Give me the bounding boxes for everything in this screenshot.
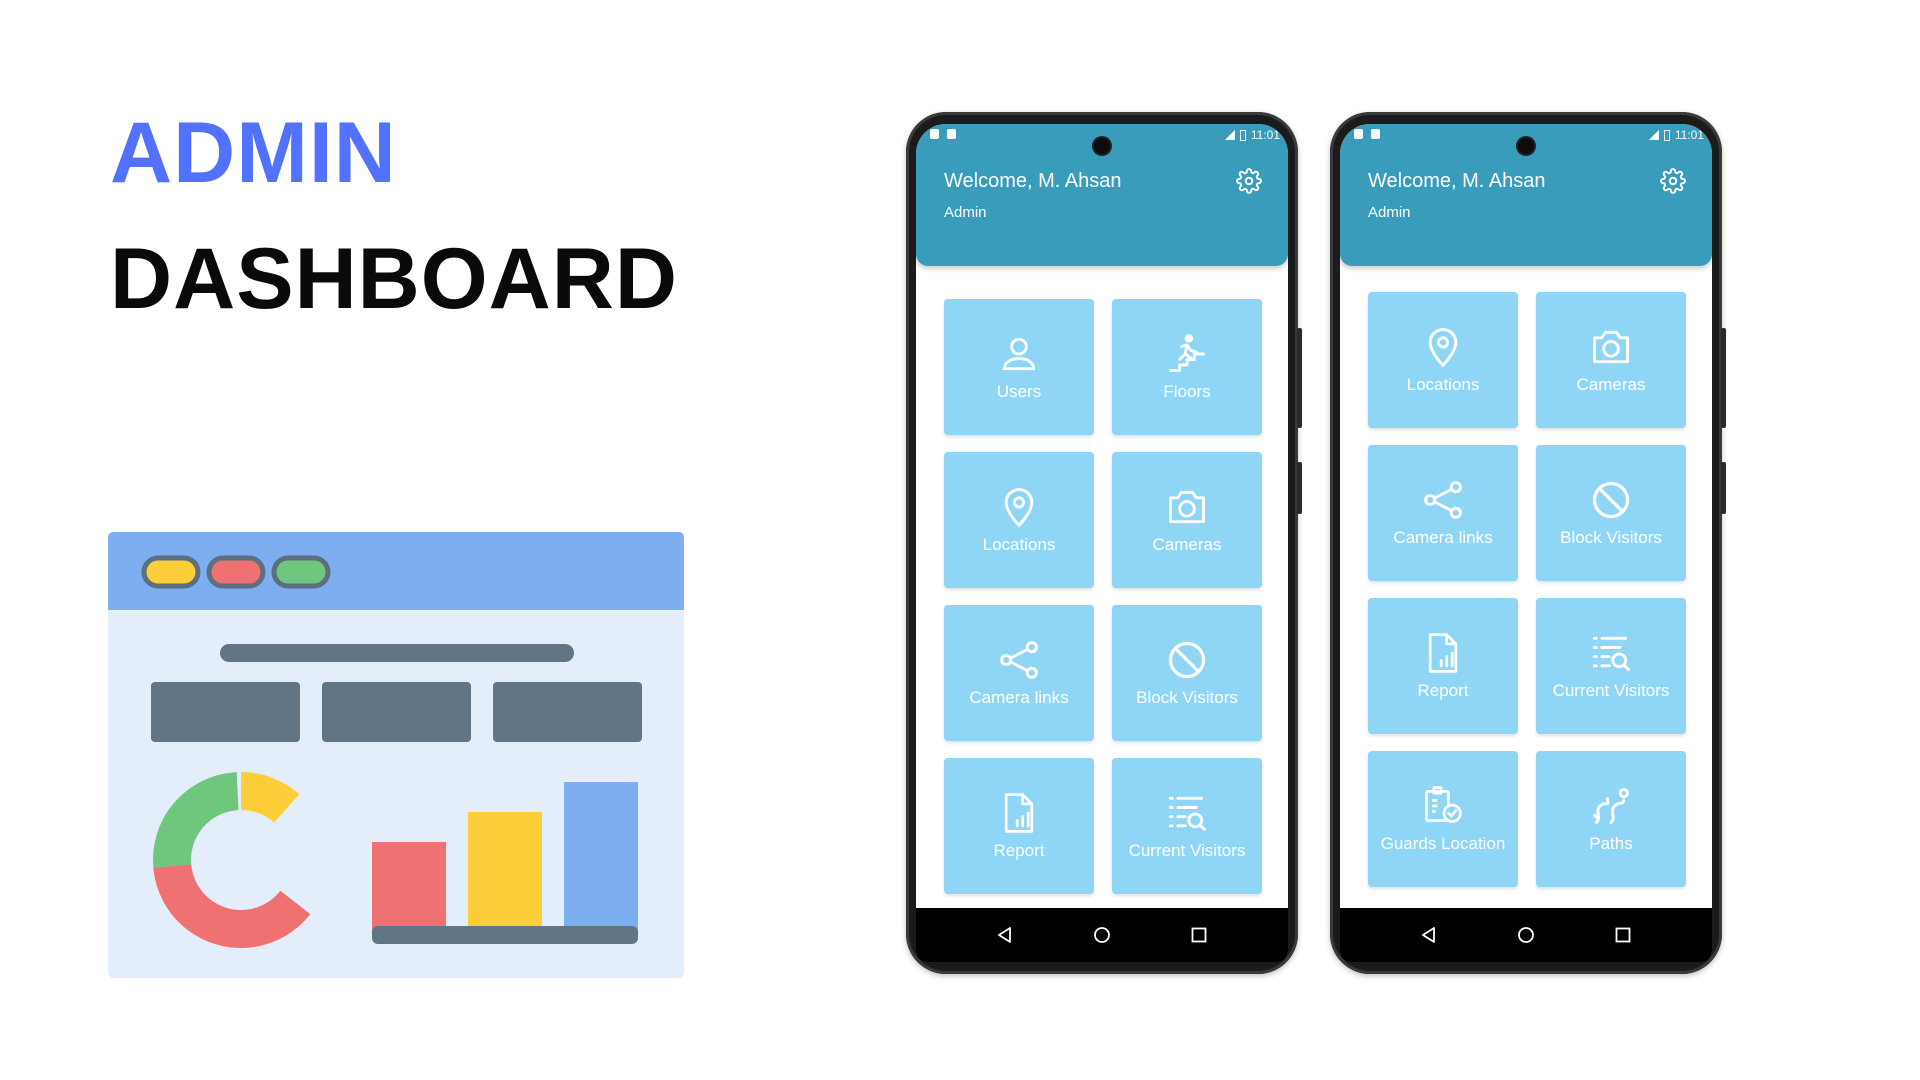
signal-icon [1224, 130, 1235, 140]
tile-label: Camera links [969, 687, 1069, 707]
signal-icon [1648, 130, 1659, 140]
welcome-text: Welcome, M. Ahsan [1368, 170, 1546, 192]
tile-current-visitors[interactable]: Current Visitors [1112, 758, 1262, 894]
window-dot-yellow [141, 555, 201, 589]
back-icon[interactable] [1420, 926, 1438, 944]
tile-label: Cameras [1576, 374, 1646, 394]
battery-icon [1663, 129, 1670, 141]
share-icon [1000, 640, 1038, 679]
settings-gear-icon[interactable] [1660, 168, 1686, 194]
tile-label: Report [1417, 680, 1469, 700]
stairs-icon [1169, 333, 1205, 372]
hero-title: ADMIN DASHBOARD [110, 110, 678, 322]
app-header: 11:01 Welcome, M. Ahsan Admin [916, 124, 1288, 266]
tile-label: Report [993, 840, 1045, 860]
user-role: Admin [944, 204, 987, 221]
tile-block-visitors[interactable]: Block Visitors [1536, 445, 1686, 581]
paths-icon [1593, 787, 1629, 824]
tile-label: Block Visitors [1136, 687, 1238, 707]
block-icon [1592, 481, 1630, 518]
tile-camera-links[interactable]: Camera links [944, 605, 1094, 741]
block-icon [1168, 641, 1206, 678]
recent-apps-icon[interactable] [1614, 926, 1632, 944]
back-icon[interactable] [996, 926, 1014, 944]
list-search-icon [1593, 636, 1630, 671]
tile-users[interactable]: Users [944, 299, 1094, 435]
tile-report[interactable]: Report [944, 758, 1094, 894]
dashboard-illustration [108, 532, 684, 978]
status-time: 11:01 [1250, 128, 1280, 142]
tile-guards-location[interactable]: Guards Location [1368, 751, 1518, 887]
report-icon [1428, 633, 1458, 673]
tile-label: Paths [1589, 833, 1633, 853]
hero-title-line2: DASHBOARD [110, 231, 678, 327]
tile-cameras[interactable]: Cameras [1112, 452, 1262, 588]
tile-locations[interactable]: Locations [944, 452, 1094, 588]
camera-icon [1169, 490, 1205, 523]
tile-label: Current Visitors [1128, 840, 1246, 860]
tile-label: Cameras [1152, 534, 1222, 554]
battery-icon [1239, 129, 1246, 141]
tile-label: Users [996, 381, 1042, 401]
tile-label: Locations [982, 534, 1056, 554]
tile-locations[interactable]: Locations [1368, 292, 1518, 428]
tile-camera-links[interactable]: Camera links [1368, 445, 1518, 581]
home-icon[interactable] [1093, 926, 1111, 944]
android-nav-bar [916, 908, 1288, 962]
user-icon [1002, 337, 1036, 370]
share-icon [1424, 480, 1462, 519]
tile-report[interactable]: Report [1368, 598, 1518, 734]
tile-label: Camera links [1393, 527, 1493, 547]
recent-apps-icon[interactable] [1190, 926, 1208, 944]
phone-screen: 11:01 Welcome, M. Ahsan Admin Locations [1340, 124, 1712, 962]
list-search-icon [1169, 796, 1206, 831]
hero-title-line1: ADMIN [110, 105, 397, 201]
menu-grid: Users Floors Locations Cameras Camera li… [944, 299, 1262, 894]
phone-screen: 11:01 Welcome, M. Ahsan Admin Users Floo… [916, 124, 1288, 962]
user-role: Admin [1368, 204, 1411, 221]
guards-location-icon [1425, 786, 1462, 823]
camera-icon [1593, 330, 1629, 363]
home-icon[interactable] [1517, 926, 1535, 944]
app-header: 11:01 Welcome, M. Ahsan Admin [1340, 124, 1712, 266]
report-icon [1004, 793, 1034, 833]
tile-label: Locations [1406, 374, 1480, 394]
tile-label: Guards Location [1380, 833, 1506, 853]
phone-mockup-2: 11:01 Welcome, M. Ahsan Admin Locations [1330, 112, 1726, 974]
location-pin-icon [1428, 327, 1458, 368]
android-nav-bar [1340, 908, 1712, 962]
tile-label: Current Visitors [1552, 680, 1670, 700]
tile-paths[interactable]: Paths [1536, 751, 1686, 887]
tile-cameras[interactable]: Cameras [1536, 292, 1686, 428]
welcome-text: Welcome, M. Ahsan [944, 170, 1122, 192]
tile-label: Block Visitors [1560, 527, 1662, 547]
phone-mockup-1: 11:01 Welcome, M. Ahsan Admin Users Floo… [906, 112, 1302, 974]
tile-label: Floors [1163, 381, 1211, 401]
location-pin-icon [1004, 487, 1034, 528]
menu-grid: Locations Cameras Camera links Block Vis… [1368, 292, 1686, 887]
window-dot-green [271, 555, 331, 589]
settings-gear-icon[interactable] [1236, 168, 1262, 194]
window-dot-red [206, 555, 266, 589]
tile-floors[interactable]: Floors [1112, 299, 1262, 435]
tile-block-visitors[interactable]: Block Visitors [1112, 605, 1262, 741]
tile-current-visitors[interactable]: Current Visitors [1536, 598, 1686, 734]
status-time: 11:01 [1674, 128, 1704, 142]
